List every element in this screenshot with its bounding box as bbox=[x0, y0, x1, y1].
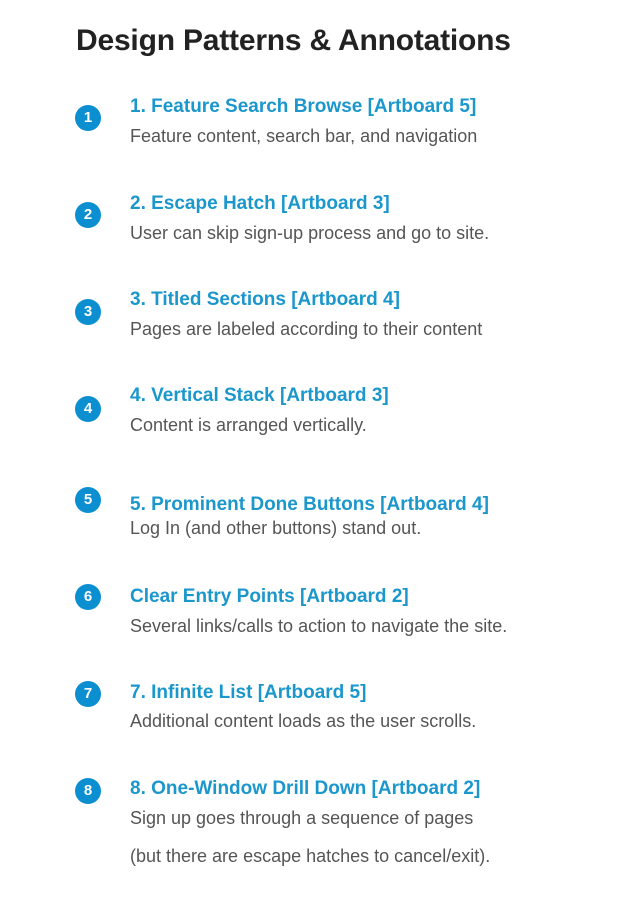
pattern-description-1: Feature content, search bar, and navigat… bbox=[130, 126, 478, 146]
number-badge-1-icon: 1 bbox=[75, 105, 101, 131]
number-badge-4-icon: 4 bbox=[75, 396, 101, 422]
pattern-title-6: Clear Entry Points [Artboard 2] bbox=[130, 586, 409, 607]
pattern-description-8: Sign up goes through a sequence of pages bbox=[130, 808, 474, 828]
pattern-title-4: 4. Vertical Stack [Artboard 3] bbox=[130, 385, 389, 406]
pattern-description-5: Log In (and other buttons) stand out. bbox=[130, 518, 422, 538]
number-badge-2-icon: 2 bbox=[75, 202, 101, 228]
pattern-title-8: 8. One-Window Drill Down [Artboard 2] bbox=[130, 778, 481, 799]
number-badge-3-icon: 3 bbox=[75, 299, 101, 325]
pattern-title-2: 2. Escape Hatch [Artboard 3] bbox=[130, 193, 390, 214]
pattern-description-8-continued: (but there are escape hatches to cancel/… bbox=[130, 846, 491, 866]
number-badge-6-icon: 6 bbox=[75, 584, 101, 610]
number-badge-5-icon: 5 bbox=[75, 487, 101, 513]
pattern-title-1: 1. Feature Search Browse [Artboard 5] bbox=[130, 96, 477, 117]
pattern-description-4: Content is arranged vertically. bbox=[130, 415, 367, 435]
pattern-description-6: Several links/calls to action to navigat… bbox=[130, 616, 508, 636]
number-badge-7-icon: 7 bbox=[75, 681, 101, 707]
pattern-title-3: 3. Titled Sections [Artboard 4] bbox=[130, 289, 400, 310]
pattern-title-7: 7. Infinite List [Artboard 5] bbox=[130, 682, 367, 703]
number-badge-8-icon: 8 bbox=[75, 778, 101, 804]
pattern-description-2: User can skip sign-up process and go to … bbox=[130, 223, 490, 243]
pattern-title-5: 5. Prominent Done Buttons [Artboard 4] bbox=[130, 494, 489, 515]
pattern-description-7: Additional content loads as the user scr… bbox=[130, 711, 477, 731]
page-title: Design Patterns & Annotations bbox=[76, 24, 511, 57]
pattern-description-3: Pages are labeled according to their con… bbox=[130, 319, 483, 339]
